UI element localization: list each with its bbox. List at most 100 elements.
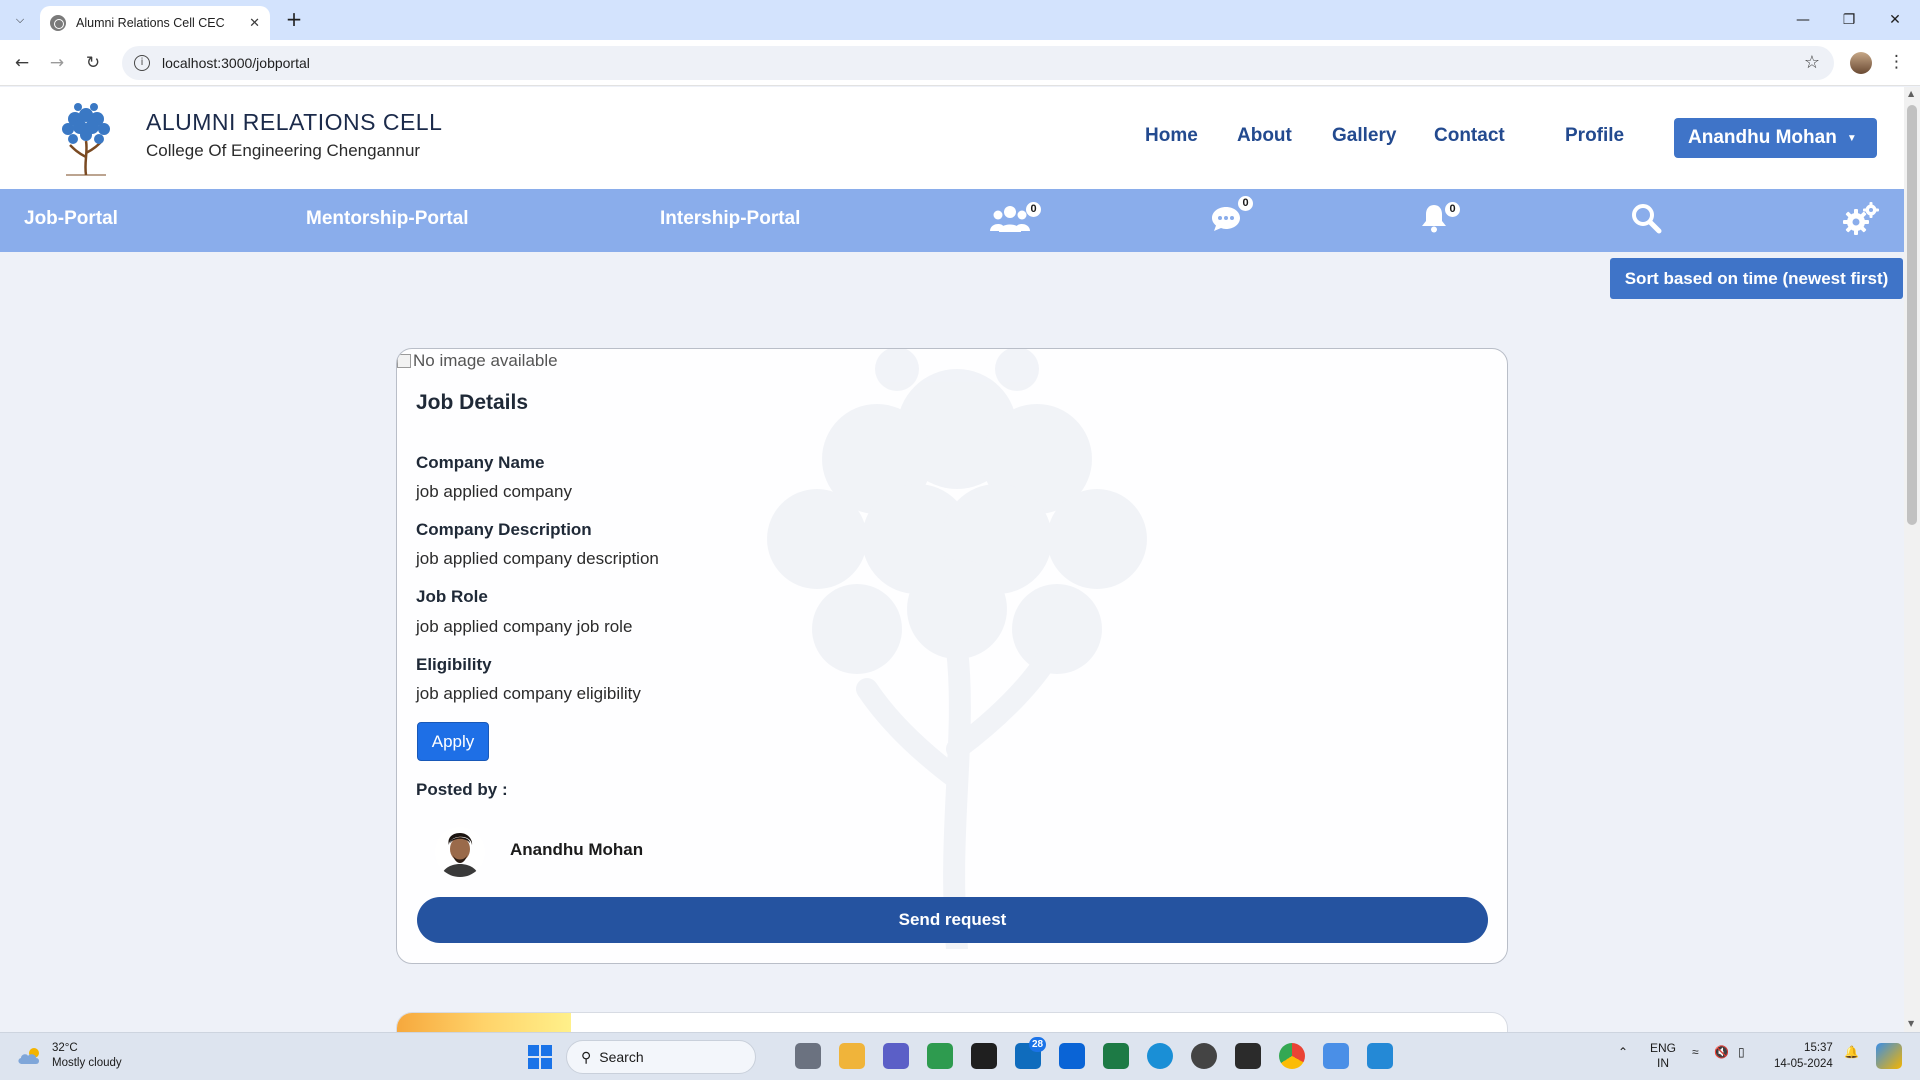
clock-date: 14-05-2024 bbox=[1774, 1058, 1833, 1070]
tab-title: Alumni Relations Cell CEC bbox=[76, 16, 225, 30]
tab-close-icon[interactable]: ✕ bbox=[249, 16, 260, 31]
job-card: No image available Job Details Company N… bbox=[396, 348, 1508, 964]
file-explorer-icon[interactable] bbox=[839, 1043, 865, 1069]
messages-button[interactable]: 0 bbox=[1210, 196, 1253, 238]
url-text[interactable]: localhost:3000/jobportal bbox=[162, 55, 310, 71]
lang-line1: ENG bbox=[1650, 1041, 1677, 1055]
vscode-icon[interactable] bbox=[1367, 1043, 1393, 1069]
restore-button[interactable]: ❐ bbox=[1826, 0, 1872, 40]
window-close-button[interactable]: ✕ bbox=[1872, 0, 1918, 40]
chrome-icon[interactable] bbox=[1279, 1043, 1305, 1069]
job-role-label: Job Role bbox=[416, 587, 488, 606]
scrollbar-thumb[interactable] bbox=[1907, 105, 1917, 525]
windows-start-icon[interactable] bbox=[528, 1045, 552, 1069]
mail-badge: 28 bbox=[1029, 1037, 1047, 1052]
forward-arrow-icon[interactable]: → bbox=[45, 51, 69, 75]
apply-button[interactable]: Apply bbox=[417, 722, 489, 761]
eligibility-value: job applied company eligibility bbox=[416, 684, 641, 703]
page-scrollbar[interactable]: ▲ ▼ bbox=[1904, 87, 1920, 1032]
brand-title: ALUMNI RELATIONS CELL bbox=[146, 109, 443, 135]
scroll-down-arrow-icon[interactable]: ▼ bbox=[1908, 1019, 1914, 1028]
browser-tab-bar: ⌵ Alumni Relations Cell CEC ✕ + — ❐ ✕ bbox=[0, 0, 1920, 40]
bell-icon bbox=[1422, 205, 1446, 233]
terminal-icon[interactable] bbox=[971, 1043, 997, 1069]
task-view-icon[interactable] bbox=[795, 1043, 821, 1069]
battery-icon[interactable]: ▯ bbox=[1738, 1045, 1745, 1059]
nav-about[interactable]: About bbox=[1237, 125, 1292, 147]
app-icon[interactable] bbox=[1235, 1043, 1261, 1069]
nav-home[interactable]: Home bbox=[1145, 125, 1198, 147]
user-menu-dropdown[interactable]: Anandhu Mohan ▼ bbox=[1674, 118, 1877, 158]
send-request-button[interactable]: Send request bbox=[417, 897, 1488, 943]
browser-tab[interactable]: Alumni Relations Cell CEC ✕ bbox=[40, 6, 270, 40]
store-icon[interactable] bbox=[1059, 1043, 1085, 1069]
notifications-badge: 0 bbox=[1445, 202, 1460, 217]
mentorship-portal-link[interactable]: Mentorship-Portal bbox=[306, 208, 469, 230]
weather-desc: Mostly cloudy bbox=[52, 1057, 122, 1069]
search-button[interactable] bbox=[1630, 202, 1662, 238]
new-tab-button[interactable]: + bbox=[282, 8, 306, 32]
back-arrow-icon[interactable]: ← bbox=[10, 51, 34, 75]
user-menu-name: Anandhu Mohan bbox=[1688, 127, 1837, 148]
broken-image-icon bbox=[397, 354, 411, 368]
system-clock[interactable]: 15:37 14-05-2024 bbox=[1774, 1040, 1833, 1072]
weather-widget[interactable]: 32°C Mostly cloudy bbox=[16, 1041, 122, 1071]
app-icon[interactable] bbox=[1191, 1043, 1217, 1069]
bookmark-star-icon[interactable]: ☆ bbox=[1804, 52, 1820, 73]
notifications-button[interactable]: 0 bbox=[1420, 202, 1460, 238]
poster-name[interactable]: Anandhu Mohan bbox=[510, 840, 643, 860]
job-portal-link[interactable]: Job-Portal bbox=[24, 208, 118, 230]
internship-portal-link[interactable]: Intership-Portal bbox=[660, 208, 800, 230]
site-header: ALUMNI RELATIONS CELL College Of Enginee… bbox=[0, 87, 1904, 189]
address-bar[interactable]: i localhost:3000/jobportal ☆ bbox=[122, 46, 1834, 80]
weather-temp: 32°C bbox=[52, 1042, 78, 1054]
company-description-label: Company Description bbox=[416, 520, 592, 539]
alumni-tree-logo[interactable] bbox=[48, 97, 126, 179]
mail-icon[interactable]: 28 bbox=[1015, 1037, 1047, 1069]
nav-profile[interactable]: Profile bbox=[1565, 125, 1624, 147]
nav-contact[interactable]: Contact bbox=[1434, 125, 1505, 147]
posted-by-label: Posted by : bbox=[416, 780, 508, 799]
show-hidden-icons-icon[interactable]: ⌃ bbox=[1618, 1045, 1628, 1059]
taskbar-search-placeholder: Search bbox=[599, 1049, 644, 1065]
sort-newest-button[interactable]: Sort based on time (newest first) bbox=[1610, 258, 1903, 299]
scroll-up-arrow-icon[interactable]: ▲ bbox=[1908, 89, 1914, 98]
taskbar-search-box[interactable]: ⚲ Search bbox=[566, 1040, 756, 1074]
nav-gallery[interactable]: Gallery bbox=[1332, 125, 1396, 147]
next-card-banner bbox=[397, 1013, 571, 1032]
browser-toolbar: ← → ↻ i localhost:3000/jobportal ☆ ⋮ bbox=[0, 40, 1920, 86]
gears-icon bbox=[1843, 202, 1879, 235]
minimize-button[interactable]: — bbox=[1780, 0, 1826, 40]
company-description-value: job applied company description bbox=[416, 549, 659, 568]
sheets-icon[interactable] bbox=[927, 1043, 953, 1069]
portal-nav-bar: Job-Portal Mentorship-Portal Intership-P… bbox=[0, 189, 1904, 252]
notification-bell-icon[interactable]: 🔔 bbox=[1844, 1045, 1859, 1059]
browser-menu-icon[interactable]: ⋮ bbox=[1888, 52, 1905, 72]
excel-icon[interactable] bbox=[1103, 1043, 1129, 1069]
tree-watermark bbox=[767, 349, 1147, 949]
caret-down-icon: ▼ bbox=[1846, 132, 1857, 144]
users-icon bbox=[990, 206, 1030, 232]
copilot-icon[interactable] bbox=[1876, 1043, 1902, 1069]
speaker-muted-icon[interactable]: 🔇 bbox=[1714, 1045, 1729, 1059]
wifi-icon[interactable]: ≈ bbox=[1692, 1045, 1699, 1059]
reload-icon[interactable]: ↻ bbox=[81, 51, 105, 75]
connections-button[interactable]: 0 bbox=[990, 202, 1041, 238]
settings-button[interactable] bbox=[1842, 202, 1880, 240]
eligibility-label: Eligibility bbox=[416, 655, 492, 674]
search-icon bbox=[1632, 204, 1662, 234]
teams-icon[interactable] bbox=[883, 1043, 909, 1069]
search-icon: ⚲ bbox=[581, 1048, 592, 1065]
site-info-icon[interactable]: i bbox=[134, 55, 150, 71]
next-job-card-peek bbox=[396, 1012, 1508, 1032]
poster-avatar[interactable] bbox=[435, 827, 485, 877]
notepad-icon[interactable] bbox=[1323, 1043, 1349, 1069]
job-role-value: job applied company job role bbox=[416, 617, 633, 636]
edge-icon[interactable] bbox=[1147, 1043, 1173, 1069]
job-details-title: Job Details bbox=[416, 391, 529, 414]
chat-icon bbox=[1212, 207, 1240, 231]
tab-search-dropdown-icon[interactable]: ⌵ bbox=[8, 8, 32, 32]
company-name-label: Company Name bbox=[416, 453, 545, 472]
language-indicator[interactable]: ENG IN bbox=[1650, 1041, 1676, 1071]
browser-profile-avatar[interactable] bbox=[1850, 52, 1872, 74]
